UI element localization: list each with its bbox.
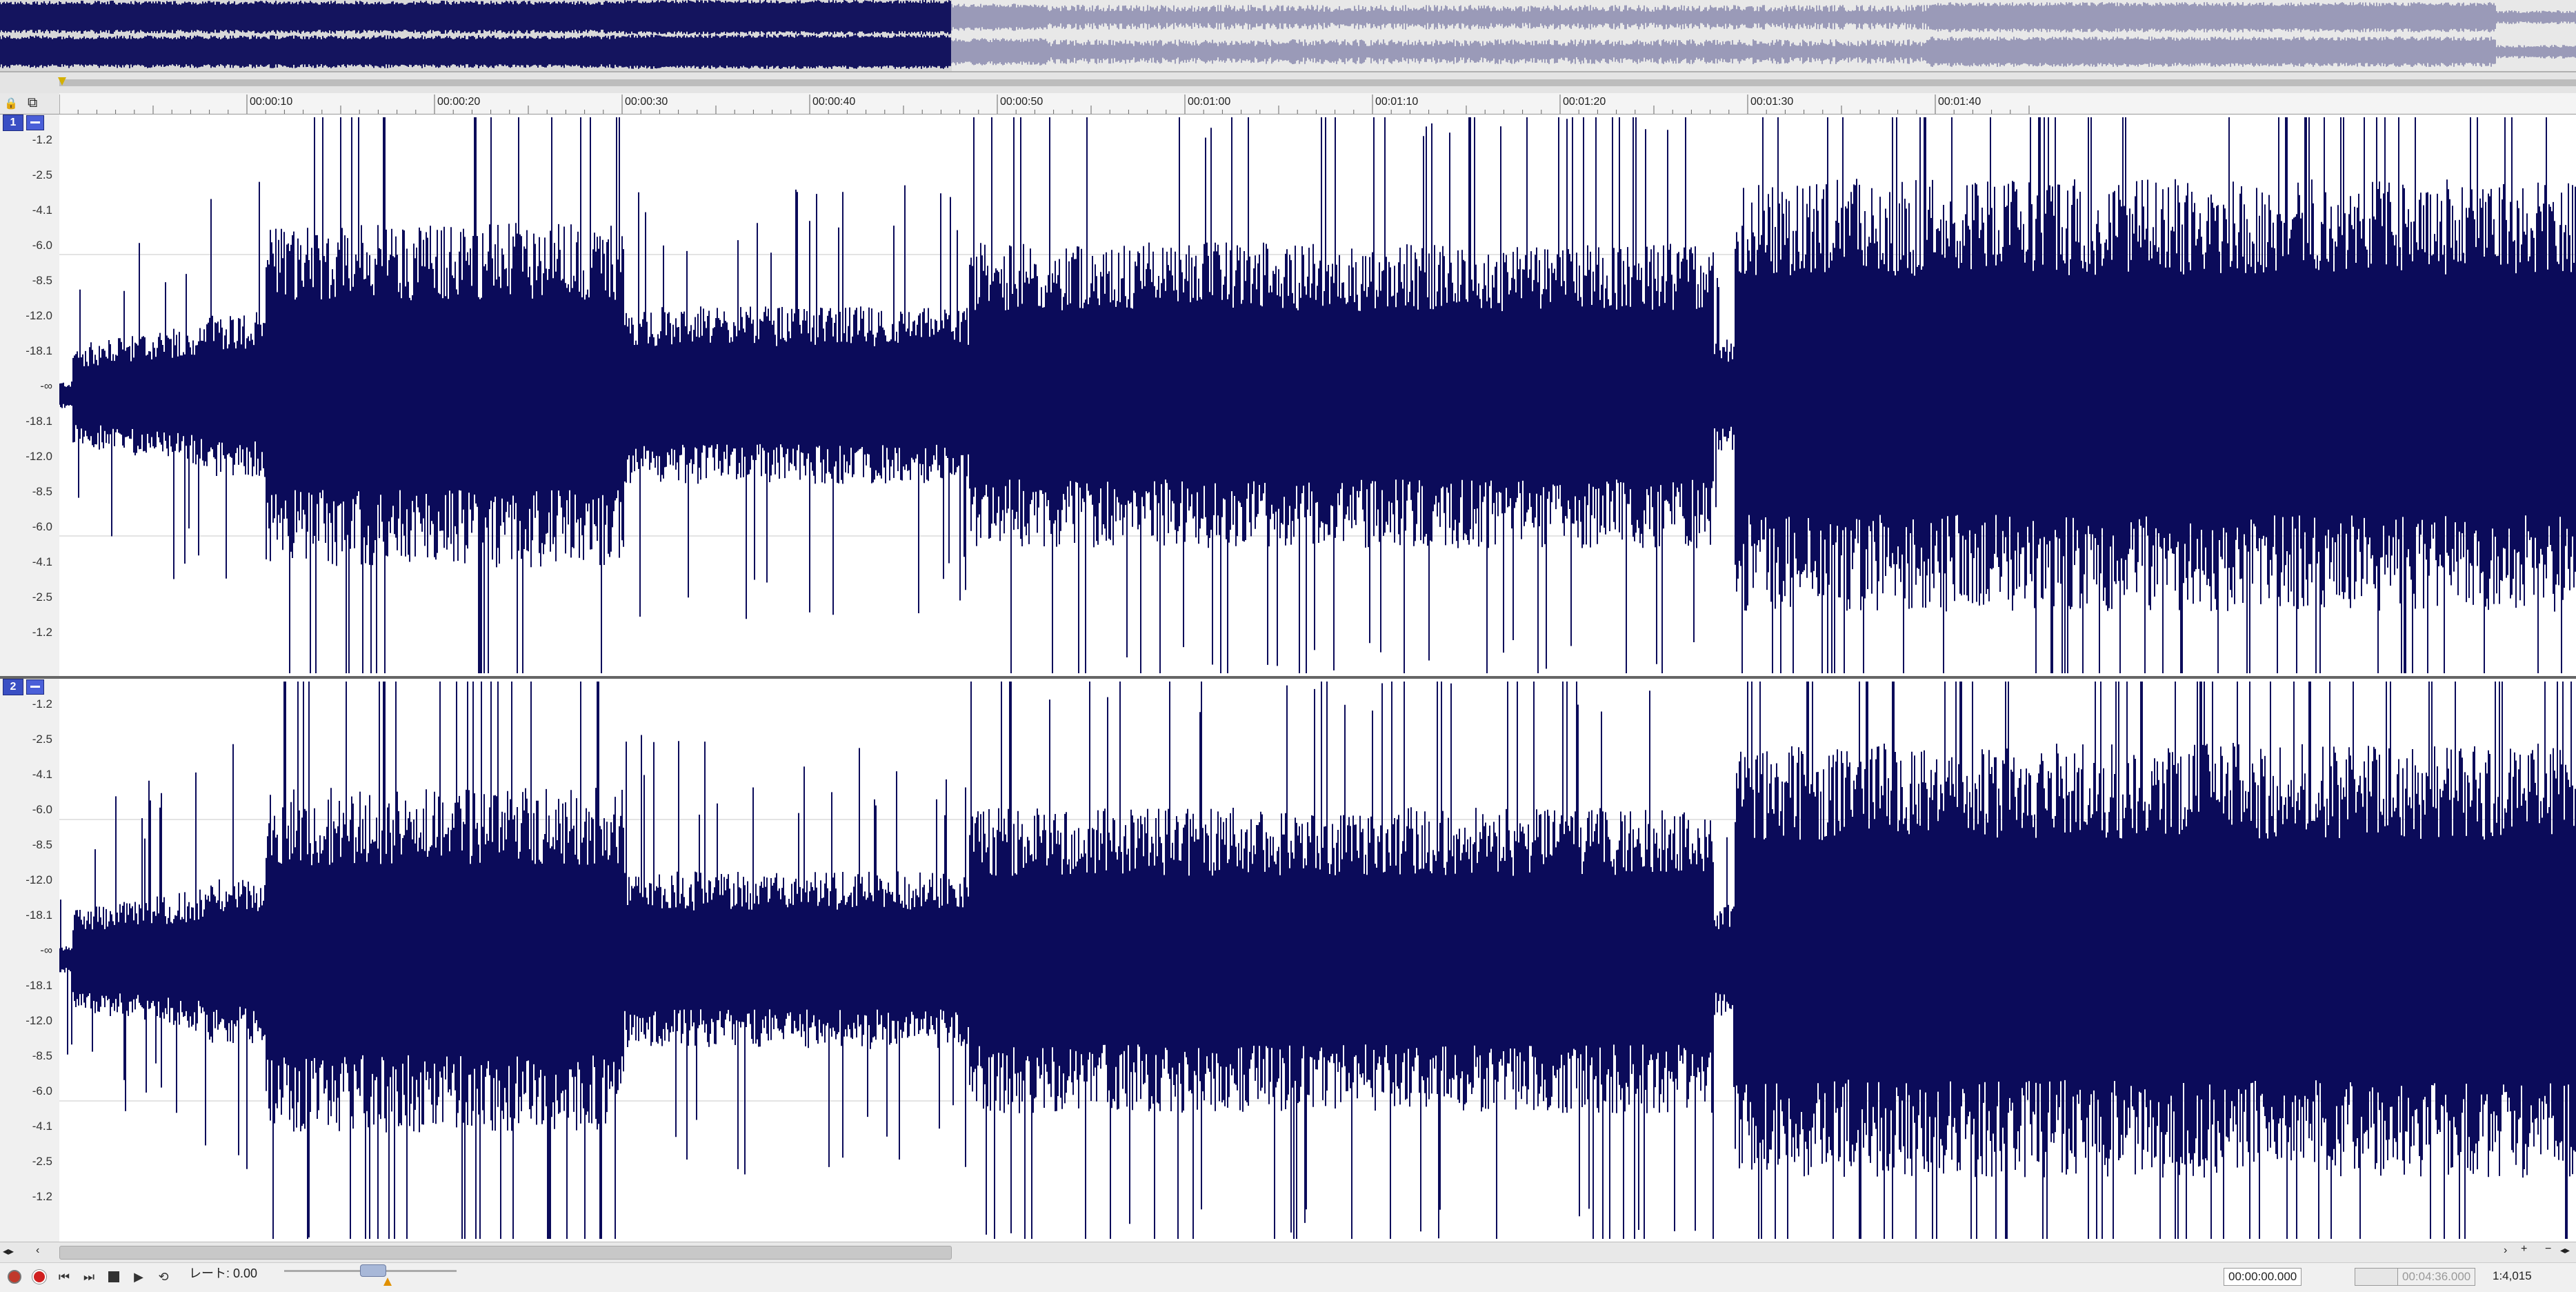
db-scale-label: -1.2: [32, 133, 52, 146]
scroll-left-arrows-icon[interactable]: ◂▸: [3, 1244, 14, 1258]
waveform-path: [59, 682, 2576, 1239]
db-scale-label: -18.1: [26, 344, 52, 357]
db-scale-label: -6.0: [32, 239, 52, 252]
loop-icon[interactable]: ⟲: [154, 1268, 172, 1286]
zoom-fit-icon[interactable]: ◂▸: [2560, 1244, 2570, 1256]
rate-slider-thumb[interactable]: [360, 1264, 386, 1277]
db-scale-label: -18.1: [26, 979, 52, 992]
overview-played-wave: [0, 34, 951, 69]
db-scale-label: -4.1: [32, 768, 52, 781]
db-scale-label: -6.0: [32, 520, 52, 533]
ruler-tick-label: 00:01:00: [1188, 96, 1231, 108]
db-scale-label: -6.0: [32, 1084, 52, 1097]
cursor-time[interactable]: 00:00:00.000: [2224, 1268, 2302, 1286]
db-scale-label: -2.5: [32, 590, 52, 604]
overview-scrollbar[interactable]: [0, 72, 2576, 93]
horizontal-scroll-thumb[interactable]: [59, 1246, 952, 1260]
lock-icon[interactable]: 🔒: [4, 97, 18, 110]
channel-2-panel: 2 -1.2 -2.5 -4.1 -6.0 -8.5 -12.0 -18.1 -∞ -18.1 -…: [0, 679, 60, 1242]
scroll-right-icon[interactable]: ›: [2504, 1244, 2507, 1257]
channel-2-number[interactable]: 2: [3, 679, 23, 695]
db-scale-label: -2.5: [32, 168, 52, 181]
overview-waveform[interactable]: [0, 0, 2576, 72]
ruler-tick-label: 00:01:20: [1563, 96, 1606, 108]
db-scale-label: -12.0: [26, 873, 52, 886]
time-ruler[interactable]: 00:00:10 00:00:20 00:00:30 00:00:40 00:00:50…: [59, 93, 2576, 115]
db-scale-label: -18.1: [26, 415, 52, 428]
snap-icon[interactable]: ⧉: [28, 95, 37, 111]
scroll-left-icon[interactable]: ‹: [36, 1244, 39, 1257]
rate-label: レート: 0.00: [189, 1266, 258, 1280]
db-scale-label: -4.1: [32, 1120, 52, 1133]
channel-2-waveform-svg: [59, 682, 2576, 1239]
playhead-marker-icon[interactable]: [58, 77, 66, 86]
ruler-tick-label: 00:00:20: [437, 96, 481, 108]
channel-1-panel: 1 -1.2 -2.5 -4.1 -6.0 -8.5 -12.0 -18.1 -∞ -18.1 -…: [0, 115, 60, 676]
db-scale-label: -∞: [40, 944, 52, 957]
ruler-tick-label: 00:01:10: [1375, 96, 1419, 108]
db-scale-label: -∞: [40, 379, 52, 392]
record-options-icon[interactable]: [6, 1268, 23, 1286]
db-scale-label: -12.0: [26, 450, 52, 463]
stop-icon[interactable]: [105, 1268, 123, 1286]
db-scale-label: -18.1: [26, 908, 52, 922]
db-scale-label: -12.0: [26, 1014, 52, 1027]
rate-marker-icon: [383, 1278, 392, 1286]
record-icon[interactable]: [30, 1268, 48, 1286]
waveform-path: [59, 117, 2576, 673]
channel-1-collapse-icon[interactable]: [26, 115, 44, 130]
channel-1-waveform[interactable]: [59, 115, 2576, 676]
channel-1-number[interactable]: 1: [3, 115, 23, 131]
ruler-tick-label: 00:00:40: [812, 96, 856, 108]
overview-svg: [0, 0, 2576, 71]
db-scale-label: -2.5: [32, 1155, 52, 1168]
play-icon[interactable]: ▶: [130, 1268, 148, 1286]
db-scale-label: -1.2: [32, 1190, 52, 1203]
db-scale-label: -12.0: [26, 309, 52, 322]
db-scale-label: -8.5: [32, 274, 52, 287]
go-to-start-icon[interactable]: ⏮: [55, 1268, 73, 1286]
ruler-tick-label: 00:01:30: [1750, 96, 1794, 108]
ruler-tick-label: 00:01:40: [1938, 96, 1981, 108]
channel-1-waveform-svg: [59, 117, 2576, 673]
db-scale-label: -8.5: [32, 838, 52, 851]
db-scale-label: -1.2: [32, 697, 52, 710]
zoom-ratio: 1:4,015: [2493, 1269, 2532, 1282]
total-time: 00:04:36.000: [2397, 1268, 2476, 1286]
db-scale-label: -8.5: [32, 1049, 52, 1062]
go-to-end-icon[interactable]: ⏭: [80, 1268, 98, 1286]
zoom-in-icon[interactable]: +: [2521, 1243, 2527, 1255]
db-scale-label: -4.1: [32, 203, 52, 217]
db-scale-label: -8.5: [32, 485, 52, 498]
db-scale-label: -2.5: [32, 733, 52, 746]
ruler-corner: 🔒 ⧉: [0, 93, 59, 115]
overview-played-wave: [0, 0, 951, 34]
db-scale-label: -4.1: [32, 555, 52, 568]
db-scale-label: -6.0: [32, 803, 52, 816]
channel-2-waveform[interactable]: [59, 679, 2576, 1242]
channel-2-collapse-icon[interactable]: [26, 679, 44, 695]
ruler-tick-label: 00:00:10: [250, 96, 293, 108]
overview-scroll-track: [59, 79, 2576, 86]
db-scale-label: -1.2: [32, 626, 52, 639]
ruler-tick-label: 00:00:30: [625, 96, 668, 108]
ruler-tick-label: 00:00:50: [1000, 96, 1044, 108]
zoom-out-icon[interactable]: −: [2545, 1243, 2551, 1255]
